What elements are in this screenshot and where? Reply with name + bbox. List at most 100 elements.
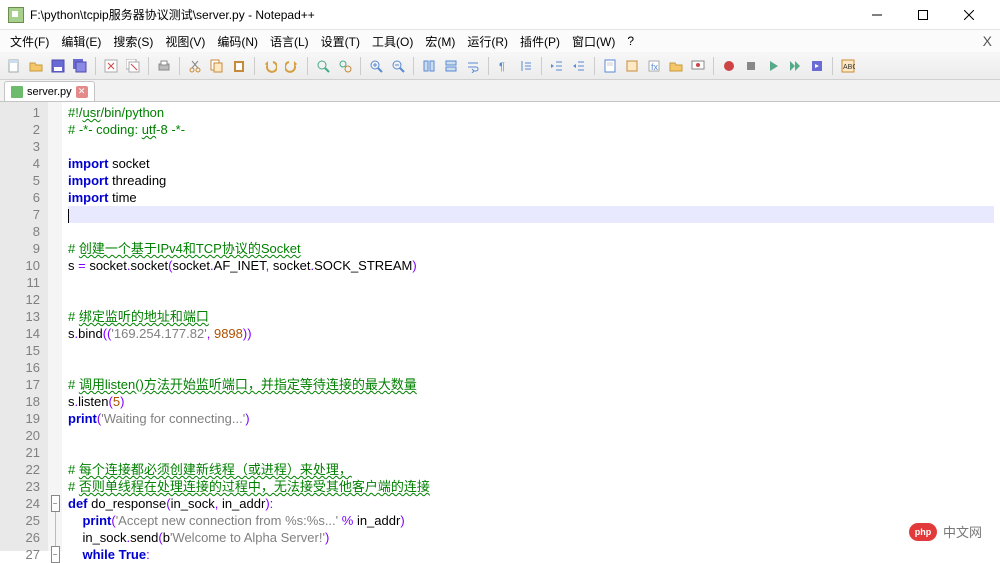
menu-help[interactable]: ? — [621, 32, 640, 50]
menu-plugins[interactable]: 插件(P) — [514, 31, 566, 52]
code-line[interactable]: print('Accept new connection from %s:%s.… — [68, 512, 994, 529]
save-macro-icon[interactable] — [807, 56, 827, 76]
code-line[interactable]: #!/usr/bin/python — [68, 104, 994, 121]
code-line[interactable]: # 绑定监听的地址和端口 — [68, 308, 994, 325]
menu-close-icon[interactable]: X — [983, 33, 992, 49]
find-icon[interactable] — [313, 56, 333, 76]
menu-search[interactable]: 搜索(S) — [107, 31, 159, 52]
minimize-button[interactable] — [854, 1, 900, 29]
code-line[interactable] — [68, 427, 994, 444]
code-line[interactable] — [68, 223, 994, 240]
menu-file[interactable]: 文件(F) — [4, 31, 55, 52]
cut-icon[interactable] — [185, 56, 205, 76]
menu-window[interactable]: 窗口(W) — [566, 31, 621, 52]
close-file-icon[interactable] — [101, 56, 121, 76]
new-file-icon[interactable] — [4, 56, 24, 76]
toolbar-separator — [254, 57, 255, 75]
code-line[interactable] — [68, 206, 994, 223]
indent-guide-icon[interactable] — [516, 56, 536, 76]
toolbar-separator — [541, 57, 542, 75]
code-line[interactable] — [68, 138, 994, 155]
window-title: F:\python\tcpip服务器协议测试\server.py - Notep… — [30, 6, 854, 23]
toolbar-separator — [148, 57, 149, 75]
record-macro-icon[interactable] — [719, 56, 739, 76]
doc-map-icon[interactable] — [600, 56, 620, 76]
code-line[interactable] — [68, 342, 994, 359]
svg-text:ABC: ABC — [843, 64, 855, 71]
code-line[interactable]: in_sock.send(b'Welcome to Alpha Server!'… — [68, 529, 994, 546]
toolbar: ¶ fx ABC — [0, 52, 1000, 80]
code-line[interactable]: # 创建一个基于IPv4和TCP协议的Socket — [68, 240, 994, 257]
save-icon[interactable] — [48, 56, 68, 76]
redo-icon[interactable] — [282, 56, 302, 76]
code-line[interactable]: print('Waiting for connecting...') — [68, 410, 994, 427]
code-area[interactable]: #!/usr/bin/python# -*- coding: utf-8 -*-… — [62, 102, 1000, 551]
play-macro-icon[interactable] — [763, 56, 783, 76]
window-controls — [854, 1, 992, 29]
replace-icon[interactable] — [335, 56, 355, 76]
code-line[interactable]: s.listen(5) — [68, 393, 994, 410]
code-line[interactable]: import time — [68, 189, 994, 206]
open-file-icon[interactable] — [26, 56, 46, 76]
code-line[interactable]: import threading — [68, 172, 994, 189]
folder-workspace-icon[interactable] — [666, 56, 686, 76]
fold-toggle-icon[interactable]: − — [51, 546, 60, 563]
menu-run[interactable]: 运行(R) — [461, 31, 514, 52]
close-all-icon[interactable] — [123, 56, 143, 76]
toolbar-separator — [713, 57, 714, 75]
monitor-icon[interactable] — [688, 56, 708, 76]
close-button[interactable] — [946, 1, 992, 29]
code-line[interactable]: while True: — [68, 546, 994, 563]
menu-tools[interactable]: 工具(O) — [366, 31, 419, 52]
play-multi-icon[interactable] — [785, 56, 805, 76]
indent-icon[interactable] — [547, 56, 567, 76]
code-line[interactable]: import socket — [68, 155, 994, 172]
editor[interactable]: 1234567891011121314151617181920212223242… — [0, 102, 1000, 551]
code-line[interactable]: # 每个连接都必须创建新线程（或进程）来处理， — [68, 461, 994, 478]
save-all-icon[interactable] — [70, 56, 90, 76]
code-line[interactable] — [68, 359, 994, 376]
tabbar: server.py ✕ — [0, 80, 1000, 102]
toolbar-separator — [95, 57, 96, 75]
menu-settings[interactable]: 设置(T) — [315, 31, 366, 52]
line-number-gutter: 1234567891011121314151617181920212223242… — [0, 102, 48, 551]
undo-icon[interactable] — [260, 56, 280, 76]
code-line[interactable]: # 调用listen()方法开始监听端口，并指定等待连接的最大数量 — [68, 376, 994, 393]
menubar: 文件(F) 编辑(E) 搜索(S) 视图(V) 编码(N) 语言(L) 设置(T… — [0, 30, 1000, 52]
code-line[interactable]: # 否则单线程在处理连接的过程中，无法接受其他客户端的连接 — [68, 478, 994, 495]
menu-macro[interactable]: 宏(M) — [419, 31, 461, 52]
sync-v-icon[interactable] — [419, 56, 439, 76]
copy-icon[interactable] — [207, 56, 227, 76]
toolbar-separator — [832, 57, 833, 75]
func-list-icon[interactable]: fx — [644, 56, 664, 76]
spellcheck-icon[interactable]: ABC — [838, 56, 858, 76]
menu-encoding[interactable]: 编码(N) — [211, 31, 264, 52]
toolbar-separator — [488, 57, 489, 75]
code-line[interactable] — [68, 274, 994, 291]
code-line[interactable]: s.bind(('169.254.177.82', 9898)) — [68, 325, 994, 342]
wrap-icon[interactable] — [463, 56, 483, 76]
file-tab-active[interactable]: server.py ✕ — [4, 81, 95, 101]
paste-icon[interactable] — [229, 56, 249, 76]
code-line[interactable] — [68, 444, 994, 461]
code-line[interactable]: # -*- coding: utf-8 -*- — [68, 121, 994, 138]
titlebar: F:\python\tcpip服务器协议测试\server.py - Notep… — [0, 0, 1000, 30]
code-line[interactable]: s = socket.socket(socket.AF_INET, socket… — [68, 257, 994, 274]
maximize-button[interactable] — [900, 1, 946, 29]
menu-edit[interactable]: 编辑(E) — [55, 31, 107, 52]
toolbar-separator — [179, 57, 180, 75]
show-all-chars-icon[interactable]: ¶ — [494, 56, 514, 76]
menu-view[interactable]: 视图(V) — [159, 31, 211, 52]
menu-language[interactable]: 语言(L) — [264, 31, 315, 52]
code-line[interactable]: def do_response(in_sock, in_addr): — [68, 495, 994, 512]
stop-macro-icon[interactable] — [741, 56, 761, 76]
doc-list-icon[interactable] — [622, 56, 642, 76]
zoom-in-icon[interactable] — [366, 56, 386, 76]
fold-toggle-icon[interactable]: − — [51, 495, 60, 512]
code-line[interactable] — [68, 291, 994, 308]
print-icon[interactable] — [154, 56, 174, 76]
outdent-icon[interactable] — [569, 56, 589, 76]
tab-close-icon[interactable]: ✕ — [76, 86, 88, 98]
zoom-out-icon[interactable] — [388, 56, 408, 76]
sync-h-icon[interactable] — [441, 56, 461, 76]
